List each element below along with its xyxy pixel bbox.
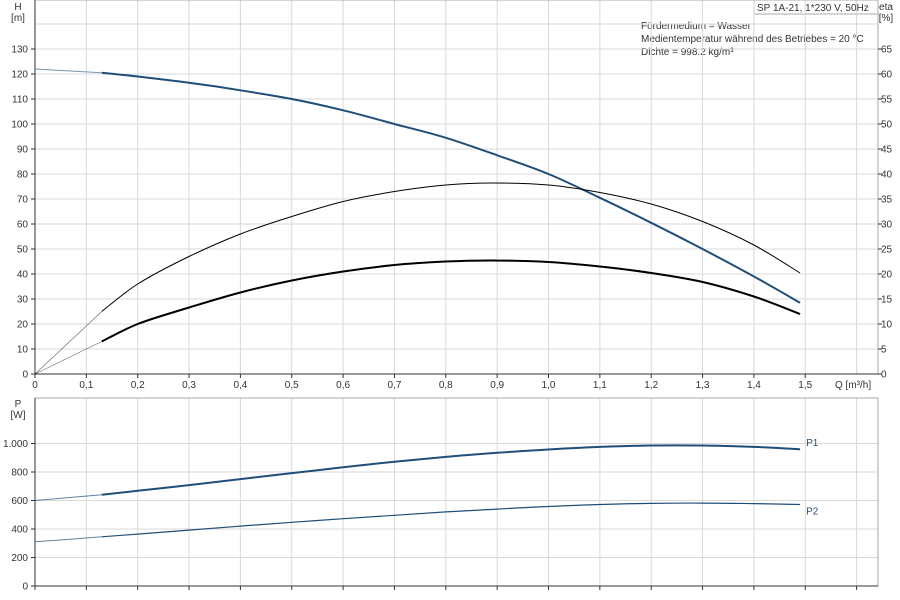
y-tick-label: 30 (17, 295, 29, 306)
head-curve (101, 71, 801, 304)
efficiency-curve-2 (101, 259, 801, 343)
y-tick-label: 40 (17, 270, 29, 281)
series-label-p1: P1 (806, 438, 819, 449)
x-tick-label: 1,5 (798, 380, 812, 391)
power-tick-label: 600 (11, 496, 28, 507)
y2-tick-label: 50 (881, 120, 893, 131)
y2-tick-label: 0 (881, 370, 887, 381)
chart-title: SP 1A-21, 1*230 V, 50Hz (757, 3, 869, 14)
x-tick-label: 0,4 (233, 380, 247, 391)
x-tick-label: 0,3 (182, 380, 196, 391)
y2-tick-label: 40 (881, 170, 893, 181)
y2-tick-label: 30 (881, 220, 893, 231)
top-chart-grid (34, 0, 879, 375)
y-tick-label: 60 (17, 220, 29, 231)
efficiency-curve-1-extrapolated (34, 311, 103, 375)
bottom-chart-grid (34, 397, 879, 587)
y-tick-label: 100 (11, 120, 28, 131)
y-tick-label: 20 (17, 320, 29, 331)
x-tick-label: 0,8 (439, 380, 453, 391)
y2-axis-label: eta (879, 2, 893, 13)
y2-tick-label: 15 (881, 295, 893, 306)
x-tick-label: 0,5 (285, 380, 299, 391)
y2-tick-label: 5 (881, 345, 887, 356)
x-tick-label: 1,1 (593, 380, 607, 391)
power-tick-label: 800 (11, 468, 28, 479)
y2-tick-label: 55 (881, 95, 893, 106)
y-axis-unit: [m] (11, 13, 25, 24)
y2-axis-unit: [%] (879, 13, 894, 24)
y-tick-label: 50 (17, 245, 29, 256)
y-tick-label: 0 (22, 370, 28, 381)
y-tick-label: 90 (17, 145, 29, 156)
x-tick-label: 0,2 (131, 380, 145, 391)
pump-performance-chart: SP 1A-21, 1*230 V, 50Hz Fördermedium = W… (3, 0, 893, 593)
y-tick-label: 10 (17, 345, 29, 356)
series-label-p2: P2 (806, 506, 819, 517)
y2-tick-label: 10 (881, 320, 893, 331)
power-tick-label: 1.000 (3, 439, 28, 450)
y2-tick-label: 45 (881, 145, 893, 156)
power-curve-p1 (101, 444, 801, 496)
power-axis-label: P (15, 399, 22, 410)
y2-tick-label: 35 (881, 195, 893, 206)
info-line-medium: Fördermedium = Wasser (641, 21, 752, 32)
efficiency-curve-2-extrapolated (34, 341, 102, 375)
y-tick-label: 120 (11, 70, 28, 81)
top-chart-ticks: 0 10 20 30 40 50 60 70 80 90 100 110 120 130 0 5 10 15 20 2… (11, 45, 892, 392)
title-box: SP 1A-21, 1*230 V, 50Hz (753, 0, 879, 15)
x-tick-label: 1,4 (747, 380, 761, 391)
top-axis-labels: H [m] eta [%] Q [m³/h] (11, 2, 893, 391)
x-tick-label: 0,1 (79, 380, 93, 391)
y-tick-label: 80 (17, 170, 29, 181)
bottom-chart-series: P1 P2 (34, 438, 819, 543)
x-tick-label: 1,2 (644, 380, 658, 391)
info-block: Fördermedium = Wasser Medientemperatur w… (641, 21, 864, 58)
info-line-temperature: Medientemperatur während des Betriebes =… (641, 34, 864, 45)
y2-tick-label: 60 (881, 70, 893, 81)
x-tick-label: 0,7 (387, 380, 401, 391)
x-tick-label: 0 (32, 380, 38, 391)
power-curve-p2-extrapolated (34, 536, 102, 543)
x-axis-label: Q [m³/h] (835, 380, 871, 391)
y2-tick-label: 65 (881, 45, 893, 56)
y2-tick-label: 25 (881, 245, 893, 256)
power-curve-p2 (101, 502, 801, 538)
power-tick-label: 400 (11, 525, 28, 536)
y-tick-label: 130 (11, 45, 28, 56)
power-tick-label: 0 (22, 582, 28, 593)
head-curve-extrapolated (34, 68, 102, 74)
y2-tick-label: 20 (881, 270, 893, 281)
y-tick-label: 70 (17, 195, 29, 206)
bottom-chart-ticks: 0 200 400 600 800 1.000 (3, 439, 858, 593)
x-tick-label: 0,6 (336, 380, 350, 391)
top-plot-frame (34, 0, 879, 375)
efficiency-curve-1 (101, 182, 801, 312)
x-tick-label: 0,9 (490, 380, 504, 391)
x-tick-label: 1,0 (542, 380, 556, 391)
power-tick-label: 200 (11, 553, 28, 564)
power-curve-p1-extrapolated (34, 494, 102, 501)
x-tick-label: 1,3 (696, 380, 710, 391)
power-axis-unit: [W] (11, 410, 26, 421)
y-tick-label: 110 (12, 95, 28, 106)
top-chart-series (34, 68, 801, 375)
bottom-axis-labels: P [W] (11, 399, 26, 421)
y-axis-label: H (14, 2, 21, 13)
